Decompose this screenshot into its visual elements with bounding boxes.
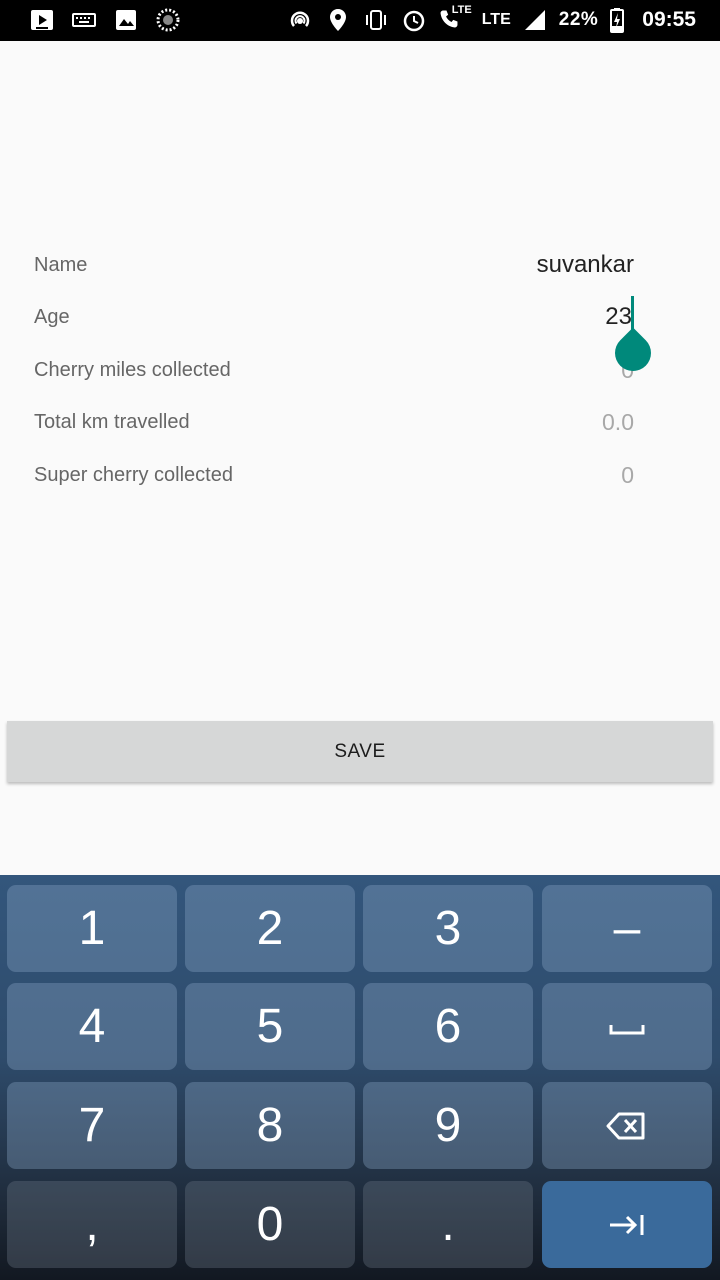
key-3[interactable]: 3 <box>363 885 533 972</box>
volte-call-icon: LTE <box>438 4 472 34</box>
numeric-keyboard: 1 2 3 – 4 5 6 7 8 9 , 0 . <box>0 875 720 1280</box>
name-field[interactable]: suvankar <box>537 245 634 285</box>
vibrate-icon <box>362 6 390 34</box>
key-8[interactable]: 8 <box>185 1082 355 1169</box>
battery-percent: 22% <box>558 9 599 30</box>
space-icon <box>609 1024 645 1034</box>
total-km-field[interactable]: 0.0 <box>602 402 634 442</box>
key-comma[interactable]: , <box>7 1181 177 1268</box>
key-2[interactable]: 2 <box>185 885 355 972</box>
hotspot-icon <box>286 6 314 34</box>
backspace-icon <box>606 1112 645 1139</box>
key-backspace[interactable] <box>542 1082 712 1169</box>
key-4[interactable]: 4 <box>7 983 177 1070</box>
tab-next-icon <box>610 1214 644 1235</box>
loading-icon <box>154 6 182 34</box>
location-icon <box>324 6 352 34</box>
key-minus[interactable]: – <box>542 885 712 972</box>
keyboard-icon <box>70 6 98 34</box>
key-9[interactable]: 9 <box>363 1082 533 1169</box>
super-cherry-field[interactable]: 0 <box>621 455 634 495</box>
key-next[interactable] <box>542 1181 712 1268</box>
key-7[interactable]: 7 <box>7 1082 177 1169</box>
youtube-icon <box>28 6 56 34</box>
cherry-miles-label: Cherry miles collected <box>34 359 231 381</box>
signal-icon <box>521 6 549 34</box>
key-1[interactable]: 1 <box>7 885 177 972</box>
volte-label: LTE <box>451 4 472 16</box>
cherry-miles-row: Cherry miles collected 0 <box>34 350 634 390</box>
alarm-icon <box>400 6 428 34</box>
age-row: Age 23 <box>34 297 634 337</box>
name-row: Name suvankar <box>34 245 634 285</box>
name-label: Name <box>34 254 88 276</box>
lte-label: LTE <box>481 11 511 28</box>
battery-charging-icon <box>608 6 626 34</box>
super-cherry-row: Super cherry collected 0 <box>34 455 634 495</box>
key-0[interactable]: 0 <box>185 1181 355 1268</box>
total-km-row: Total km travelled 0.0 <box>34 402 634 442</box>
status-bar: LTE LTE 22% 09:55 <box>0 0 720 41</box>
total-km-label: Total km travelled <box>34 411 190 433</box>
key-5[interactable]: 5 <box>185 983 355 1070</box>
clock: 09:55 <box>642 8 696 31</box>
age-label: Age <box>34 306 70 328</box>
key-space[interactable] <box>542 983 712 1070</box>
save-button[interactable]: SAVE <box>7 721 713 782</box>
super-cherry-label: Super cherry collected <box>34 464 233 486</box>
image-icon <box>112 6 140 34</box>
key-6[interactable]: 6 <box>363 983 533 1070</box>
key-period[interactable]: . <box>363 1181 533 1268</box>
